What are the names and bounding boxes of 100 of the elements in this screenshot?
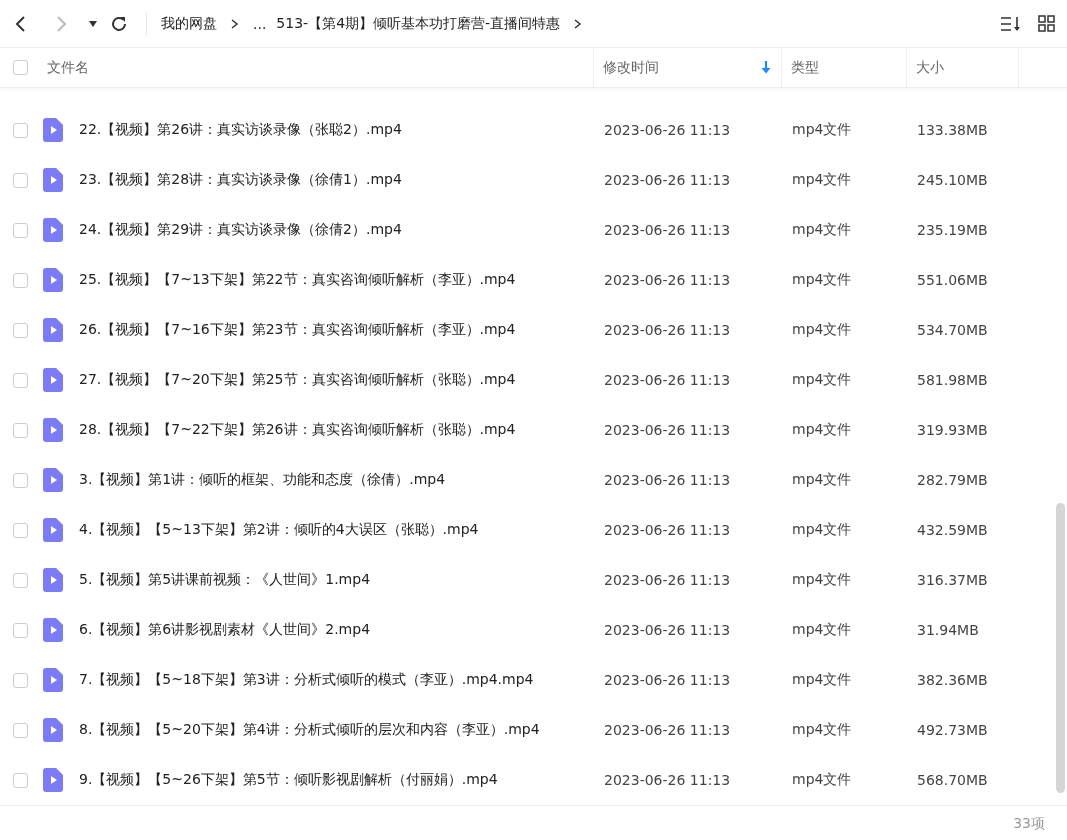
modified-time: 2023-06-26 11:13 [603,722,732,738]
file-size: 432.59MB [916,522,989,538]
video-file-icon [43,218,63,242]
file-size: 31.94MB [916,622,980,638]
video-file-icon [43,768,63,792]
video-file-icon [43,468,63,492]
file-name[interactable]: 7.【视频】【5~18下架】第3讲：分析式倾听的模式（李亚）.mp4.mp4 [79,671,594,689]
file-name[interactable]: 8.【视频】【5~20下架】第4讲：分析式倾听的层次和内容（李亚）.mp4 [79,721,594,739]
file-type: mp4文件 [791,421,853,439]
file-type: mp4文件 [791,621,853,639]
row-checkbox[interactable] [12,622,28,638]
modified-time: 2023-06-26 11:13 [603,222,732,238]
modified-time: 2023-06-26 11:13 [603,672,732,688]
file-type: mp4文件 [791,571,853,589]
sort-down-arrow-icon [761,61,771,74]
file-name[interactable]: 4.【视频】【5~13下架】第2讲：倾听的4大误区（张聪）.mp4 [79,521,594,539]
file-type: mp4文件 [791,371,853,389]
refresh-icon[interactable] [110,14,128,33]
file-size: 551.06MB [916,272,989,288]
file-name[interactable]: 25.【视频】【7~13下架】第22节：真实咨询倾听解析（李亚）.mp4 [79,271,594,289]
file-name[interactable]: 9.【视频】【5~26下架】第5节：倾听影视剧解析（付丽娟）.mp4 [79,771,594,789]
modified-time: 2023-06-26 11:13 [603,272,732,288]
file-name[interactable]: 3.【视频】第1讲：倾听的框架、功能和态度（徐倩）.mp4 [79,471,594,489]
file-size: 133.38MB [916,122,989,138]
file-name[interactable]: 28.【视频】【7~22下架】第26讲：真实咨询倾听解析（张聪）.mp4 [79,421,594,439]
file-size: 235.19MB [916,222,989,238]
file-type: mp4文件 [791,321,853,339]
video-file-icon [43,318,63,342]
breadcrumb-item[interactable]: 513-【第4期】倾听基本功打磨营-直播间特惠 [276,14,561,33]
file-size: 581.98MB [916,372,989,388]
modified-time: 2023-06-26 11:13 [603,372,732,388]
item-count: 33项 [1013,815,1045,833]
video-file-icon [43,268,63,292]
select-all-checkbox[interactable] [12,60,28,75]
row-checkbox[interactable] [12,222,28,238]
file-name[interactable]: 5.【视频】第5讲课前视频：《人世间》1.mp4 [79,571,594,589]
file-name[interactable]: 6.【视频】第6讲影视剧素材《人世间》2.mp4 [79,621,594,639]
file-name[interactable]: 23.【视频】第28讲：真实访谈录像（徐倩1）.mp4 [79,171,594,189]
video-file-icon [43,718,63,742]
dropdown-caret-icon[interactable] [88,19,98,28]
row-checkbox[interactable] [12,422,28,438]
file-size: 568.70MB [916,772,989,788]
video-file-icon [43,618,63,642]
row-checkbox[interactable] [12,322,28,338]
file-size: 282.79MB [916,472,989,488]
modified-time: 2023-06-26 11:13 [603,572,732,588]
modified-time: 2023-06-26 11:13 [603,522,732,538]
file-size: 245.10MB [916,172,989,188]
breadcrumb-item[interactable]: ... [253,15,267,32]
video-file-icon [43,668,63,692]
row-checkbox[interactable] [12,272,28,288]
row-checkbox[interactable] [12,722,28,738]
file-size: 382.36MB [916,672,989,688]
row-checkbox[interactable] [12,572,28,588]
sort-icon[interactable] [1000,14,1022,33]
row-checkbox[interactable] [12,522,28,538]
back-icon[interactable] [14,14,28,33]
column-header[interactable]: 文件名 [38,48,594,87]
column-header[interactable]: 类型 [782,48,907,87]
file-name[interactable]: 26.【视频】【7~16下架】第23节：真实咨询倾听解析（李亚）.mp4 [79,321,594,339]
breadcrumb-item[interactable]: 我的网盘 [161,14,217,33]
video-file-icon [43,168,63,192]
file-type: mp4文件 [791,671,853,689]
file-type: mp4文件 [791,221,853,239]
video-file-icon [43,368,63,392]
file-name[interactable]: 22.【视频】第26讲：真实访谈录像（张聪2）.mp4 [79,121,594,139]
file-type: mp4文件 [791,721,853,739]
column-header[interactable]: 大小 [907,48,1019,87]
file-type: mp4文件 [791,771,853,789]
row-checkbox[interactable] [12,122,28,138]
video-file-icon [43,518,63,542]
modified-time: 2023-06-26 11:13 [603,422,732,438]
file-type: mp4文件 [791,121,853,139]
file-size: 492.73MB [916,722,989,738]
row-checkbox[interactable] [12,472,28,488]
file-name[interactable]: 27.【视频】【7~20下架】第25节：真实咨询倾听解析（张聪）.mp4 [79,371,594,389]
modified-time: 2023-06-26 11:13 [603,622,732,638]
column-header[interactable]: 修改时间 [594,48,782,87]
scrollbar-thumb[interactable] [1056,503,1065,793]
modified-time: 2023-06-26 11:13 [603,472,732,488]
file-size: 316.37MB [916,572,989,588]
video-file-icon [43,118,63,142]
video-file-icon [43,568,63,592]
file-type: mp4文件 [791,271,853,289]
modified-time: 2023-06-26 11:13 [603,122,732,138]
row-checkbox[interactable] [12,372,28,388]
grid-view-icon[interactable] [1038,15,1055,32]
video-file-icon [43,418,63,442]
modified-time: 2023-06-26 11:13 [603,772,732,788]
modified-time: 2023-06-26 11:13 [603,322,732,338]
file-type: mp4文件 [791,171,853,189]
file-name[interactable]: 24.【视频】第29讲：真实访谈录像（徐倩2）.mp4 [79,221,594,239]
row-checkbox[interactable] [12,172,28,188]
row-checkbox[interactable] [12,772,28,788]
file-type: mp4文件 [791,471,853,489]
modified-time: 2023-06-26 11:13 [603,172,732,188]
row-checkbox[interactable] [12,672,28,688]
file-size: 534.70MB [916,322,989,338]
file-size: 319.93MB [916,422,989,438]
file-type: mp4文件 [791,521,853,539]
